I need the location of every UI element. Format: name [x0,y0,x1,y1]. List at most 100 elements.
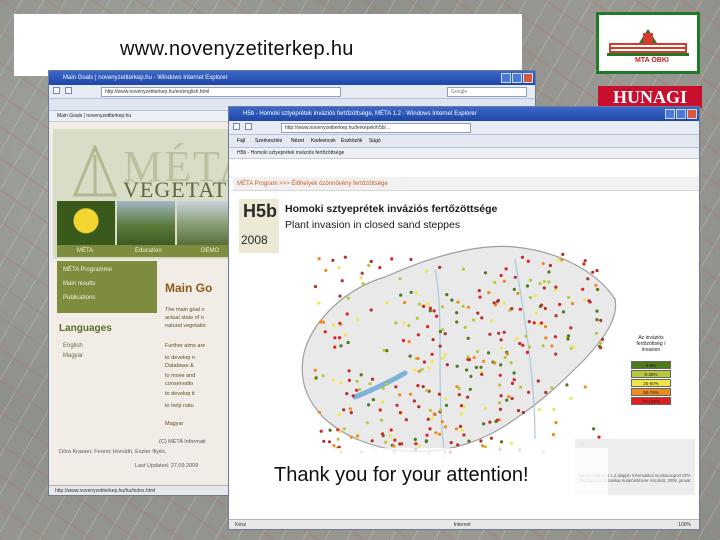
map-dot [461,267,465,271]
map-dot [550,386,554,390]
map-dot [510,381,515,385]
map-dot [337,413,341,417]
map-dot [346,340,350,345]
map-dot [428,427,432,431]
menu-file[interactable]: Fájl [237,135,245,148]
nav-item-education[interactable]: Education [135,245,162,257]
nav-item-demo[interactable]: DEMO [201,245,219,257]
map-dot [455,311,459,315]
language-english-link[interactable]: English [63,343,83,349]
menu-item-results[interactable]: Main results [63,281,95,287]
map-dot [462,433,466,437]
side-menu: MÉTA Programme Main results Publications [57,261,157,313]
map-dot [359,373,363,377]
window-titlebar[interactable]: Main Goals | novenyzetiterkep.hu - Windo… [49,71,535,85]
map-dot [413,437,417,441]
map-dot [524,334,528,338]
search-input[interactable]: Google [447,87,527,97]
map-dot [343,333,347,337]
back-icon[interactable] [53,87,60,94]
menu-favorites[interactable]: Kedvencek [311,135,336,148]
map-dot [438,344,442,348]
minimize-icon[interactable] [665,109,675,119]
close-icon[interactable] [687,109,697,119]
map-dot [444,403,449,407]
map-dot [355,434,360,438]
menu-tools[interactable]: Eszközök [341,135,362,148]
map-dot [438,265,442,269]
legend-item-25-50: 25-50% [631,379,671,387]
map-dot [407,323,411,328]
map-dot [409,257,413,262]
map-dot [551,433,555,437]
map-dot [538,304,542,308]
map-dot [359,276,363,280]
menu-item-programme[interactable]: MÉTA Programme [63,267,112,273]
map-dot [319,429,323,433]
magyar-link[interactable]: Magyar [165,421,235,427]
map-dot [561,310,566,314]
map-dot [599,346,603,350]
map-dot [438,432,442,436]
map-dot [519,385,523,389]
map-dot [361,282,365,286]
language-magyar-link[interactable]: Magyar [63,353,83,359]
close-icon[interactable] [523,73,533,83]
map-dot [416,356,420,361]
map-dot [393,438,397,442]
map-dot [322,439,326,443]
map-dot [380,418,384,422]
map-dot [525,350,529,354]
map-dot [378,266,382,270]
address-input[interactable]: http://www.novenyzetiterkep.hu/en/englis… [101,87,341,97]
map-title-hu: Homoki sztyeprétek inváziós fertőzöttség… [285,203,498,215]
map-dot [569,396,573,400]
address-input[interactable]: http://www.novenyzetiterkep.hu/terkepek/… [281,123,471,133]
nav-item-meta[interactable]: MÉTA [77,245,93,257]
tab-invasion-map[interactable]: H5b - Homoki sztyeprétek inváziós fertőz… [229,148,699,159]
map-dot [428,306,432,310]
back-icon[interactable] [233,123,240,130]
map-dot [516,409,521,413]
map-dot [430,417,434,421]
map-dot [394,385,398,389]
forward-icon[interactable] [65,87,72,94]
languages-heading: Languages [59,323,112,334]
zoom-level[interactable]: 100% [678,520,691,529]
breadcrumb[interactable]: MÉTA Program >>> Élőhelyek özönnövény fe… [233,177,699,191]
map-dot [332,323,336,327]
map-dot [527,320,531,324]
map-dot [394,321,398,325]
map-dot [313,285,318,289]
map-dot [558,302,562,307]
minimize-icon[interactable] [501,73,511,83]
status-ready: Kész [235,522,247,528]
menu-edit[interactable]: Szerkesztés [255,135,282,148]
map-dot [542,279,546,283]
maximize-icon[interactable] [512,73,522,83]
window-titlebar[interactable]: H5b - Homoki sztyeprétek inváziós fertőz… [229,107,699,121]
map-dot [313,368,317,372]
map-dot [541,261,545,266]
map-dot [409,290,413,294]
menu-help[interactable]: Súgó [369,135,381,148]
forward-icon[interactable] [245,123,252,130]
map-dot [338,321,342,325]
map-dot [427,366,431,370]
map-dot [460,428,464,432]
map-dot [340,279,344,283]
map-dot [561,252,565,256]
map-dot [424,269,428,273]
map-dot [479,365,483,369]
menu-item-publications[interactable]: Publications [63,295,95,301]
map-dot [367,403,371,407]
paragraph-line: to help natu [165,403,194,409]
map-dot [583,259,587,263]
map-dot [317,257,321,261]
maximize-icon[interactable] [676,109,686,119]
menu-view[interactable]: Nézet [291,135,304,148]
legend-item-5-25: 5-25% [631,370,671,378]
map-dot [339,344,343,348]
map-dot [459,404,464,408]
map-dot [456,443,460,447]
